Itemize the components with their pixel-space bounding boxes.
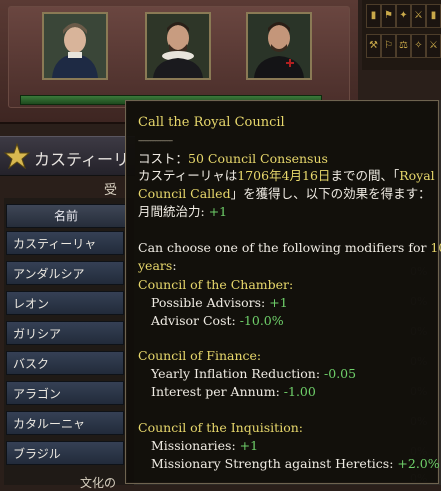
list-item[interactable]: バスク: [6, 351, 124, 375]
name-column-header[interactable]: 名前: [6, 204, 126, 228]
cost-line: コスト：50 Council Consensus: [138, 150, 328, 168]
inflation-label: Yearly Inflation Reduction:: [151, 366, 325, 381]
tooltip-title: Call the Royal Council: [138, 115, 285, 130]
strength-value: +2.0%: [397, 456, 440, 471]
modifier-icon[interactable]: ⚔: [411, 4, 426, 28]
choose-colon: :: [172, 258, 177, 273]
interest-line: Interest per Annum: -1.00: [151, 383, 316, 401]
missionary-strength-line: Missionary Strength against Heretics: +2…: [151, 455, 440, 473]
advisor-portrait-3-image: [248, 14, 310, 78]
finance-title: Council of Finance:: [138, 348, 262, 363]
choose-years: years: [138, 258, 173, 273]
chamber-title: Council of the Chamber:: [138, 277, 294, 292]
list-item[interactable]: カタルーニャ: [6, 411, 124, 435]
effect-date: 1706年4月16日: [237, 168, 331, 183]
interest-value: -1.00: [283, 384, 316, 399]
modifier-icon[interactable]: ⚖: [396, 34, 411, 58]
monthly-admin-line: 月間統治力: +1: [138, 203, 227, 221]
list-item[interactable]: ブラジル: [6, 441, 124, 465]
advisor-portrait-2-image: [147, 14, 209, 78]
royal-council-tooltip: Call the Royal Council -----------------…: [125, 100, 441, 484]
list-item[interactable]: アンダルシア: [6, 261, 124, 285]
effect-royal: Royal: [399, 168, 435, 183]
icon-strip: ▮ ⚑ ✦ ⚔ ▮ ⚒ ⚐ ⚖ ✧ ⚔: [362, 0, 441, 70]
list-item[interactable]: カスティーリャ: [6, 231, 124, 255]
modifier-icon[interactable]: ⚒: [366, 34, 381, 58]
effect-post: までの間、「: [330, 168, 400, 183]
effect-line-2: Council Called」を獲得し、以下の効果を得ます：: [138, 185, 431, 203]
inquisition-title: Council of the Inquisition:: [138, 420, 303, 435]
strength-label: Missionary Strength against Heretics:: [151, 456, 398, 471]
effect-line-1: カスティーリャは1706年4月16日までの間、「Royal: [138, 167, 435, 185]
effect-council-called: Council Called: [138, 186, 231, 201]
choose-line: Can choose one of the following modifier…: [138, 239, 441, 257]
inflation-line: Yearly Inflation Reduction: -0.05: [151, 365, 356, 383]
culture-section-label: 文化の: [80, 476, 117, 490]
monthly-value: +1: [208, 204, 228, 219]
effect-pre: カスティーリャは: [138, 168, 238, 183]
interest-label: Interest per Annum:: [151, 384, 284, 399]
modifier-icon[interactable]: ▮: [426, 4, 441, 28]
monthly-label: 月間統治力:: [138, 204, 209, 219]
star-icon: [4, 143, 30, 169]
advisor-portrait-2[interactable]: [145, 12, 211, 80]
list-item[interactable]: ガリシア: [6, 321, 124, 345]
missionaries-value: +1: [239, 438, 259, 453]
advisor-portrait-3[interactable]: [246, 12, 312, 80]
list-item[interactable]: レオン: [6, 291, 124, 315]
advisor-cost-value: -10.0%: [239, 313, 284, 328]
modifier-icon[interactable]: ⚐: [381, 34, 396, 58]
choose-line-2: years:: [138, 257, 177, 275]
cost-label: コスト：: [138, 151, 189, 166]
country-title: カスティーリ: [34, 150, 130, 169]
modifier-icon[interactable]: ✧: [411, 34, 426, 58]
tooltip-separator: --------------------: [138, 136, 173, 145]
inflation-value: -0.05: [324, 366, 357, 381]
missionaries-label: Missionaries:: [151, 438, 240, 453]
advisor-cost-line: Advisor Cost: -10.0%: [151, 312, 284, 330]
modifier-icon[interactable]: ▮: [366, 4, 381, 28]
effect-post-2: 」を獲得し、以下の効果を得ます：: [230, 186, 431, 201]
choose-text: Can choose one of the following modifier…: [138, 240, 431, 255]
advisor-cost-label: Advisor Cost:: [151, 313, 240, 328]
country-header: カスティーリ: [0, 136, 135, 176]
advisor-portrait-1-image: [44, 14, 106, 78]
culture-subheading: 受: [104, 183, 118, 198]
possible-label: Possible Advisors:: [151, 295, 270, 310]
advisor-portrait-1[interactable]: [42, 12, 108, 80]
cost-value: 50 Council Consensus: [188, 151, 328, 166]
missionaries-line: Missionaries: +1: [151, 437, 258, 455]
choose-num: 10: [430, 240, 441, 255]
modifier-icon[interactable]: ✦: [396, 4, 411, 28]
list-item[interactable]: アラゴン: [6, 381, 124, 405]
possible-advisors-line: Possible Advisors: +1: [151, 294, 288, 312]
possible-value: +1: [269, 295, 288, 310]
modifier-icon[interactable]: ⚔: [426, 34, 441, 58]
modifier-icon[interactable]: ⚑: [381, 4, 396, 28]
